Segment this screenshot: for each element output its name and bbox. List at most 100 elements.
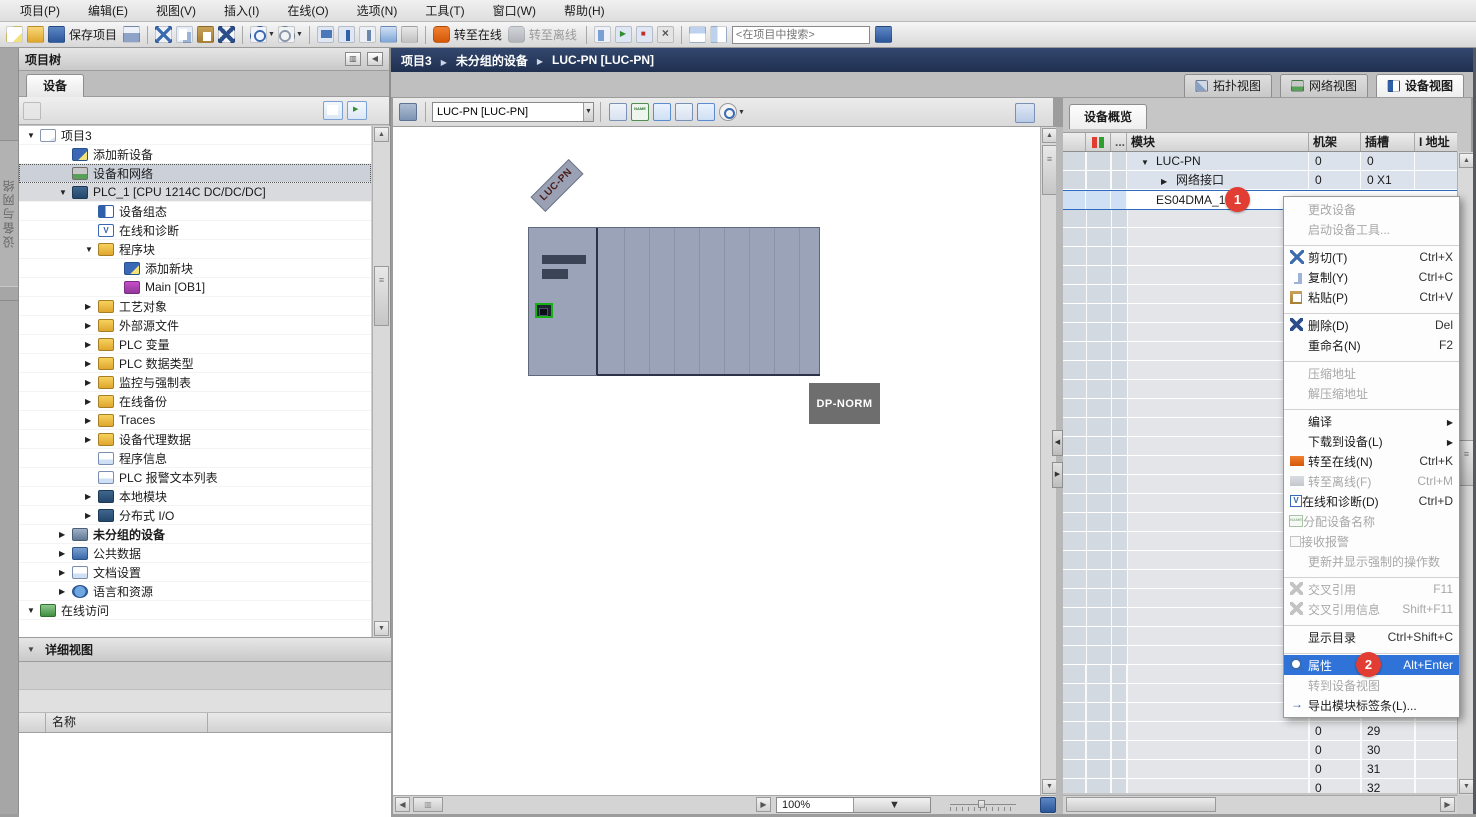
context-menu-item[interactable]: 剪切(T) Ctrl+X bbox=[1284, 247, 1459, 267]
module-cell[interactable] bbox=[1127, 722, 1309, 741]
module-cell[interactable] bbox=[1127, 665, 1309, 684]
device-selector-value[interactable] bbox=[433, 106, 583, 118]
device-overview-row[interactable]: 0 32 bbox=[1063, 779, 1457, 793]
context-menu-item[interactable] bbox=[1284, 239, 1459, 247]
new-item-icon[interactable] bbox=[23, 102, 41, 120]
overview-horizontal-scrollbar[interactable]: ▶ bbox=[1063, 795, 1457, 814]
expand-arrow-icon[interactable] bbox=[85, 435, 98, 444]
scroll-up-icon[interactable]: ▲ bbox=[374, 127, 389, 142]
column-slot[interactable]: 插槽 bbox=[1361, 133, 1415, 151]
bookmarks-icon[interactable] bbox=[875, 26, 892, 43]
context-menu-item[interactable]: 压缩地址 bbox=[1284, 363, 1459, 383]
download-icon[interactable] bbox=[338, 26, 355, 43]
tree-item[interactable]: 设备组态 bbox=[19, 202, 371, 221]
go-offline-icon[interactable] bbox=[508, 26, 525, 43]
tree-item[interactable]: 项目3 bbox=[19, 126, 371, 145]
project-search-input[interactable] bbox=[732, 26, 870, 44]
zoom-level-select[interactable]: 100% ▼ bbox=[776, 797, 931, 813]
context-menu-item[interactable]: 接收报警 bbox=[1284, 531, 1459, 551]
device-overview-row[interactable]: 0 31 bbox=[1063, 760, 1457, 779]
chevron-down-icon[interactable]: ▼ bbox=[853, 798, 930, 812]
auto-collapse-icon[interactable]: ▥ bbox=[345, 52, 361, 66]
breadcrumb-item[interactable]: 项目3 bbox=[401, 52, 432, 69]
sort-view-icon[interactable] bbox=[323, 101, 343, 120]
cut-icon[interactable] bbox=[155, 26, 172, 43]
device-overview-row[interactable]: 网络接口 0 0 X1 bbox=[1063, 171, 1457, 190]
device-view-canvas[interactable]: LUC-PN DP-NORM bbox=[393, 127, 1040, 795]
splitter-collapse-right-icon[interactable]: ▶ bbox=[1052, 462, 1063, 488]
column-module[interactable]: 模块 bbox=[1127, 133, 1309, 151]
context-menu-item[interactable]: 更新并显示强制的操作数 bbox=[1284, 551, 1459, 571]
grid-icon[interactable] bbox=[675, 103, 693, 121]
context-menu-item[interactable] bbox=[1284, 571, 1459, 579]
module-slots[interactable] bbox=[600, 228, 819, 375]
tree-item[interactable]: 添加新设备 bbox=[19, 145, 371, 164]
context-menu-item[interactable]: 显示目录 Ctrl+Shift+C bbox=[1284, 627, 1459, 647]
module-cell[interactable] bbox=[1127, 760, 1309, 779]
tree-item[interactable]: 在线访问 bbox=[19, 601, 371, 620]
scrollbar-thumb[interactable] bbox=[1459, 440, 1474, 486]
scroll-up-icon[interactable]: ▲ bbox=[1459, 153, 1474, 168]
redo-icon[interactable] bbox=[278, 26, 295, 43]
context-menu-item[interactable]: 粘贴(P) Ctrl+V bbox=[1284, 287, 1459, 307]
tree-item[interactable]: Main [OB1] bbox=[19, 278, 371, 297]
expand-arrow-icon[interactable] bbox=[85, 416, 98, 425]
splitter-collapse-left-icon[interactable]: ◀ bbox=[1052, 430, 1063, 456]
tree-item[interactable]: 添加新块 bbox=[19, 259, 371, 278]
context-menu-item[interactable] bbox=[1284, 403, 1459, 411]
zoom-icon[interactable] bbox=[719, 103, 737, 121]
device-selector[interactable]: ▼ bbox=[432, 102, 594, 122]
tree-item[interactable]: 本地模块 bbox=[19, 487, 371, 506]
compile-icon[interactable] bbox=[317, 26, 334, 43]
import-export-icon[interactable] bbox=[347, 101, 367, 120]
module-cell[interactable]: 网络接口 bbox=[1127, 171, 1309, 190]
assign-device-name-icon[interactable] bbox=[631, 103, 649, 121]
tree-item[interactable]: 程序块 bbox=[19, 240, 371, 259]
hscroll-track[interactable] bbox=[411, 797, 754, 812]
zoom-slider[interactable] bbox=[950, 800, 1016, 810]
copy-icon[interactable] bbox=[176, 26, 193, 43]
menubar-item[interactable]: 窗口(W) bbox=[479, 0, 550, 21]
scrollbar-thumb[interactable] bbox=[374, 266, 389, 326]
context-menu-item[interactable]: 重命名(N) F2 bbox=[1284, 335, 1459, 355]
context-menu-item[interactable]: 转到设备视图 bbox=[1284, 675, 1459, 695]
tree-item[interactable]: 设备和网络 bbox=[19, 164, 371, 183]
tree-item[interactable]: 程序信息 bbox=[19, 449, 371, 468]
collapse-chevron-icon[interactable]: ▼ bbox=[23, 643, 39, 657]
expand-arrow-icon[interactable] bbox=[59, 587, 72, 596]
context-menu-item[interactable]: 交叉引用 F11 bbox=[1284, 579, 1459, 599]
scroll-down-icon[interactable]: ▼ bbox=[1042, 779, 1057, 794]
breadcrumb-item[interactable]: LUC-PN [LUC-PN] bbox=[528, 53, 654, 67]
new-project-icon[interactable] bbox=[6, 26, 23, 43]
context-menu-item[interactable]: 转至在线(N) Ctrl+K bbox=[1284, 451, 1459, 471]
menubar-item[interactable]: 工具(T) bbox=[411, 0, 478, 21]
expand-arrow-icon[interactable] bbox=[85, 511, 98, 520]
tree-item[interactable]: Traces bbox=[19, 411, 371, 430]
menubar-item[interactable]: 编辑(E) bbox=[74, 0, 142, 21]
module-cell[interactable] bbox=[1127, 684, 1309, 703]
module-cell[interactable] bbox=[1127, 703, 1309, 722]
tree-item[interactable]: 在线和诊断 bbox=[19, 221, 371, 240]
tree-item[interactable]: 文档设置 bbox=[19, 563, 371, 582]
tree-item[interactable]: PLC_1 [CPU 1214C DC/DC/DC] bbox=[19, 183, 371, 202]
menubar-item[interactable]: 在线(O) bbox=[273, 0, 342, 21]
tree-item[interactable]: 语言和资源 bbox=[19, 582, 371, 601]
tree-item[interactable]: PLC 数据类型 bbox=[19, 354, 371, 373]
tab-device-overview[interactable]: 设备概览 bbox=[1069, 104, 1147, 129]
scroll-right-icon[interactable]: ▶ bbox=[756, 797, 771, 812]
expand-arrow-icon[interactable] bbox=[27, 606, 40, 615]
save-project-icon[interactable] bbox=[48, 26, 65, 43]
paste-icon[interactable] bbox=[197, 26, 214, 43]
expand-arrow-icon[interactable] bbox=[85, 492, 98, 501]
tree-item[interactable]: 在线备份 bbox=[19, 392, 371, 411]
module-cell[interactable]: ES04DMA_1 1 bbox=[1127, 191, 1309, 209]
toolbar-button-label[interactable]: 保存项目 bbox=[69, 26, 117, 43]
hscroll-thumb[interactable] bbox=[1066, 797, 1216, 812]
delete-icon[interactable] bbox=[218, 26, 235, 43]
expand-arrow-icon[interactable] bbox=[59, 530, 72, 539]
tree-item[interactable]: 公共数据 bbox=[19, 544, 371, 563]
tab-devices[interactable]: 设备 bbox=[26, 74, 84, 97]
expand-arrow-icon[interactable] bbox=[85, 302, 98, 311]
tree-item[interactable]: 工艺对象 bbox=[19, 297, 371, 316]
device-overview-row[interactable]: LUC-PN 0 0 bbox=[1063, 152, 1457, 171]
